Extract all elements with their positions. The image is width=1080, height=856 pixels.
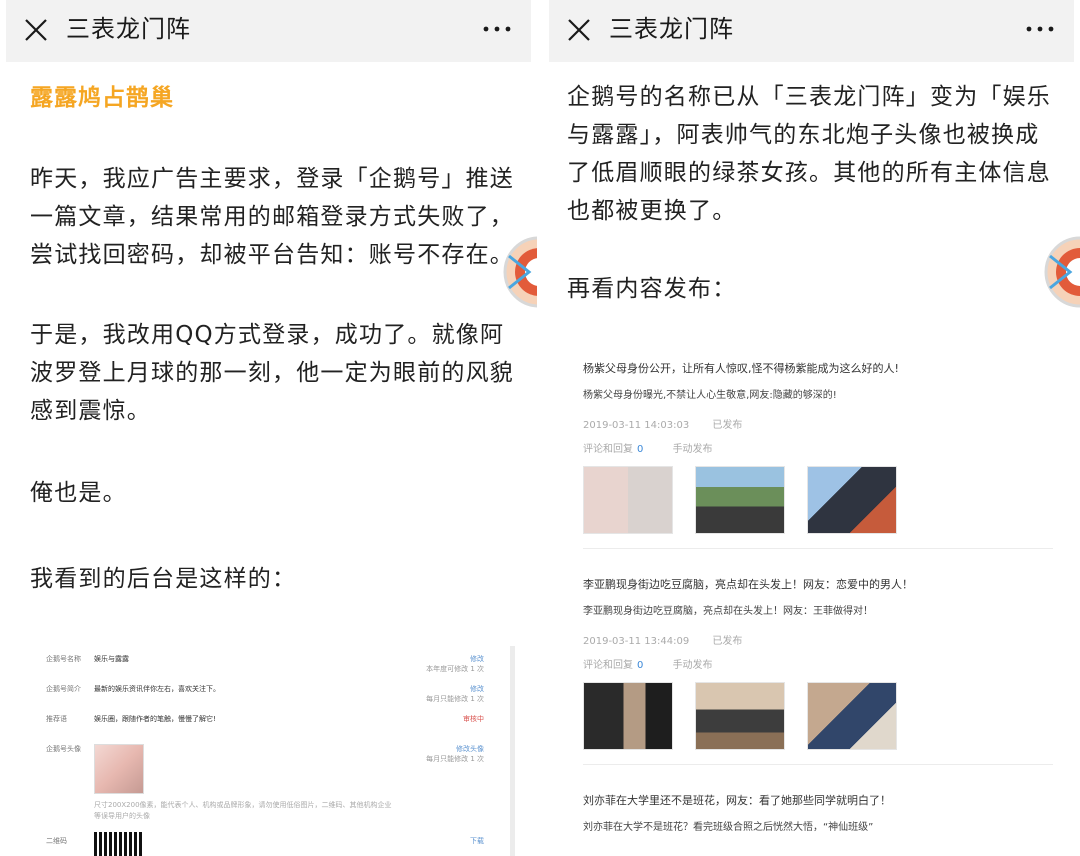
- item-title[interactable]: 刘亦菲在大学里还不是班花，网友：看了她那些同学就明白了！: [583, 792, 891, 808]
- floating-mascot-icon[interactable]: [499, 236, 537, 308]
- left-article-panel: 三表龙门阵 露露鸠占鹊巢 昨天，我应广告主要求，登录「企鹅号」推送一篇文章，结果…: [0, 0, 537, 856]
- account-title: 三表龙门阵: [609, 15, 734, 43]
- top-navbar: 三表龙门阵: [549, 0, 1074, 62]
- more-icon[interactable]: [481, 18, 513, 40]
- row-label: 企鹅号头像: [46, 745, 81, 753]
- item-status: 已发布: [712, 636, 743, 647]
- item-subtitle: 杨紫父母身份曝光,不禁让人心生敬意,网友:隐藏的够深的!: [583, 390, 837, 401]
- thumbnail-image[interactable]: [583, 682, 673, 750]
- row-note: 每月只能修改 1 次: [426, 695, 484, 703]
- item-status: 已发布: [712, 420, 743, 431]
- thumbnail-image[interactable]: [807, 682, 897, 750]
- review-status: 审核中: [463, 715, 484, 723]
- article-title: 露露鸠占鹊巢: [30, 85, 174, 111]
- edit-avatar-link[interactable]: 修改头像: [456, 744, 484, 754]
- paragraph: 于是，我改用QQ方式登录，成功了。就像阿波罗登上月球的那一刻，他一定为眼前的风貌…: [30, 322, 514, 424]
- thumbnail-row: [583, 466, 913, 534]
- edit-name-link[interactable]: 修改: [470, 654, 484, 664]
- row-label: 企鹅号简介: [46, 685, 81, 693]
- item-meta: 2019-03-11 14:03:03 已发布: [583, 416, 762, 431]
- close-icon[interactable]: [565, 16, 593, 44]
- close-icon[interactable]: [22, 16, 50, 44]
- account-avatar-image: [94, 744, 144, 794]
- floating-mascot-icon[interactable]: [1040, 236, 1080, 308]
- backend-screenshot: 企鹅号名称 娱乐与露露 修改 本年度可修改 1 次 企鹅号简介 最新的娱乐资讯伴…: [30, 640, 515, 856]
- download-qrcode-link[interactable]: 下载: [470, 836, 484, 846]
- item-meta-2: 评论和回复 0 手动发布: [583, 440, 713, 455]
- publish-mode: 手动发布: [672, 444, 713, 455]
- item-divider: [583, 764, 1053, 765]
- row-label: 企鹅号名称: [46, 655, 81, 663]
- paragraph: 企鹅号的名称已从「三表龙门阵」变为「娱乐与露露」，阿表帅气的东北炮子头像也被换成…: [567, 84, 1051, 224]
- scrollbar: [510, 646, 515, 856]
- right-article-panel: 三表龙门阵 企鹅号的名称已从「三表龙门阵」变为「娱乐与露露」，阿表帅气的东北炮子…: [543, 0, 1080, 856]
- row-note: 每月只能修改 1 次: [426, 755, 484, 763]
- item-meta: 2019-03-11 13:44:09 已发布: [583, 632, 762, 647]
- edit-intro-link[interactable]: 修改: [470, 684, 484, 694]
- more-icon[interactable]: [1024, 18, 1056, 40]
- qrcode-image: [94, 832, 144, 856]
- paragraph: 我看到的后台是这样的：: [30, 566, 297, 592]
- comments-label[interactable]: 评论和回复: [583, 444, 633, 455]
- item-title[interactable]: 杨紫父母身份公开，让所有人惊叹,怪不得杨紫能成为这么好的人!: [583, 360, 899, 376]
- row-value: 娱乐与露露: [94, 655, 129, 663]
- publish-mode: 手动发布: [672, 660, 713, 671]
- item-time: 2019-03-11 13:44:09: [583, 636, 690, 647]
- paragraph: 昨天，我应广告主要求，登录「企鹅号」推送一篇文章，结果常用的邮箱登录方式失败了，…: [30, 166, 514, 268]
- thumbnail-image[interactable]: [695, 466, 785, 534]
- row-note: 本年度可修改 1 次: [426, 665, 484, 673]
- account-title: 三表龙门阵: [66, 15, 191, 43]
- paragraph: 俺也是。: [30, 480, 127, 506]
- thumbnail-image[interactable]: [583, 466, 673, 534]
- row-value: 最新的娱乐资讯伴你左右，喜欢关注下。: [94, 685, 220, 693]
- row-label: 推荐语: [46, 715, 67, 723]
- row-value: 娱乐圈，跟随作者的笔触，慢慢了解它!: [94, 715, 216, 723]
- comments-count[interactable]: 0: [637, 444, 643, 455]
- thumbnail-image[interactable]: [695, 682, 785, 750]
- avatar-hint: 尺寸200X200像素，能代表个人、机构或品牌形象，请勿使用低俗图片，二维码、其…: [94, 801, 392, 820]
- item-time: 2019-03-11 14:03:03: [583, 420, 690, 431]
- item-meta-2: 评论和回复 0 手动发布: [583, 656, 713, 671]
- comments-count[interactable]: 0: [637, 660, 643, 671]
- item-subtitle: 李亚鹏现身街边吃豆腐脑，亮点却在头发上！网友：王菲做得对！: [583, 606, 873, 617]
- comments-label[interactable]: 评论和回复: [583, 660, 633, 671]
- item-divider: [583, 548, 1053, 549]
- thumbnail-image[interactable]: [807, 466, 897, 534]
- thumbnail-row: [583, 682, 913, 750]
- paragraph: 再看内容发布：: [567, 276, 737, 302]
- row-label: 二维码: [46, 837, 67, 845]
- item-title[interactable]: 李亚鹏现身街边吃豆腐脑，亮点却在头发上！网友：恋爱中的男人！: [583, 576, 913, 592]
- top-navbar: 三表龙门阵: [6, 0, 531, 62]
- item-subtitle: 刘亦菲在大学不是班花？看完班级合照之后恍然大悟，“神仙班级”: [583, 822, 874, 833]
